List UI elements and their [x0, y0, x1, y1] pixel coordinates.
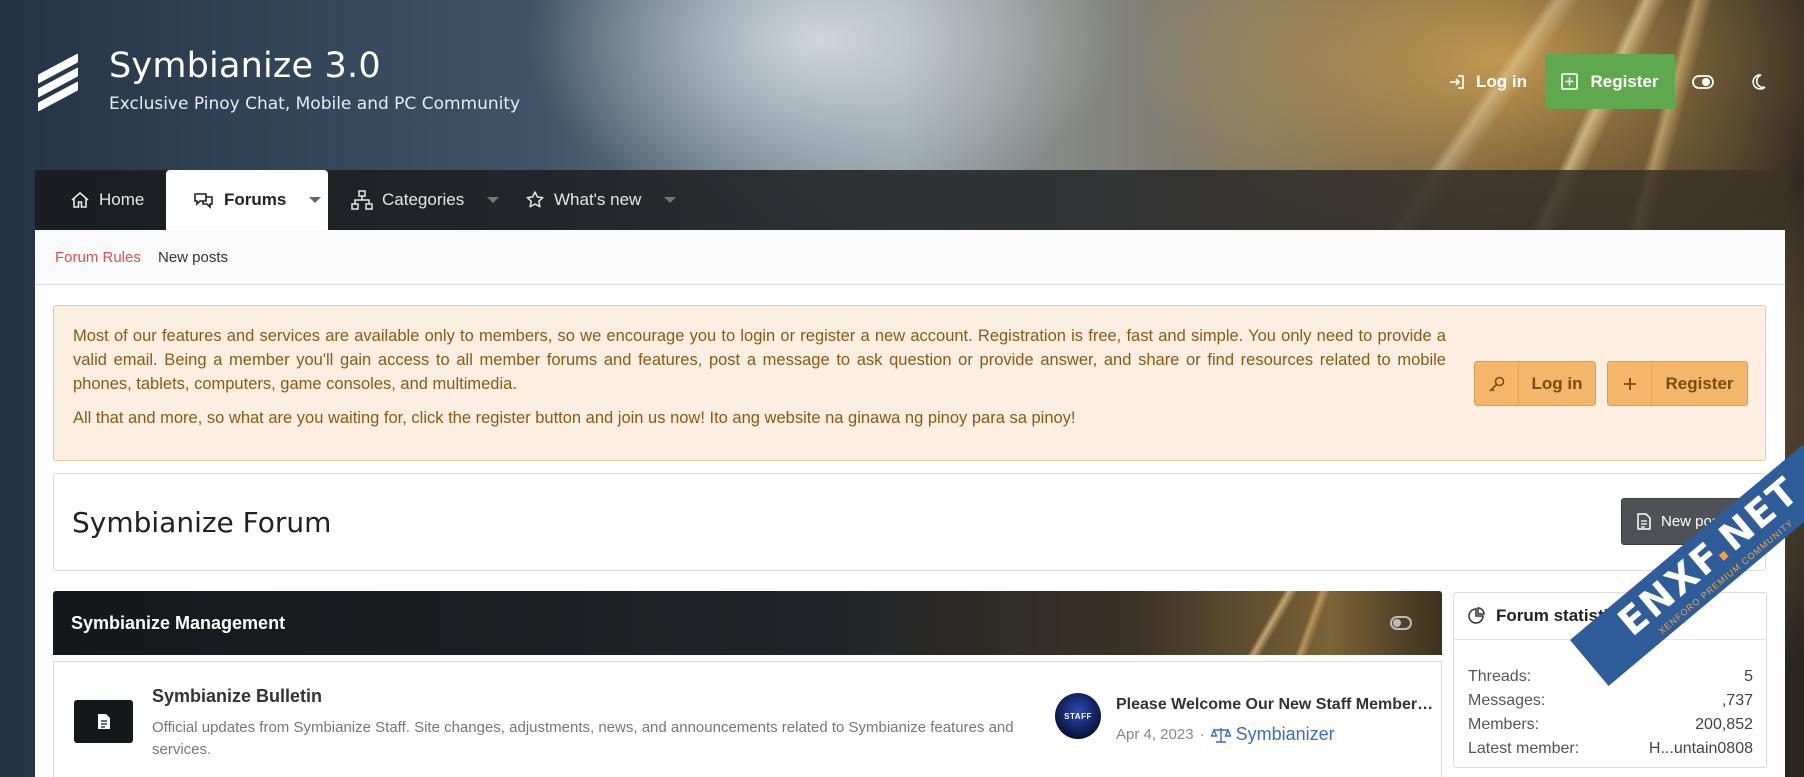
- forum-node-description: Official updates from Symbianize Staff. …: [152, 719, 1014, 758]
- stats-label: Messages:: [1468, 692, 1546, 709]
- latest-thread-date[interactable]: Apr 4, 2023: [1116, 726, 1194, 743]
- header-register-button[interactable]: Register: [1545, 54, 1675, 109]
- site-header: Symbianize 3.0 Exclusive Pinoy Chat, Mob…: [0, 0, 1804, 170]
- notice-paragraph-2: All that and more, so what are you waiti…: [73, 409, 1076, 427]
- avatar-text: STAFF: [1064, 711, 1092, 721]
- key-icon: [1475, 362, 1519, 405]
- nav-home-label: Home: [99, 190, 145, 209]
- latest-thread-user[interactable]: Symbianizer: [1210, 724, 1335, 745]
- chevron-down-icon[interactable]: [664, 197, 677, 203]
- notice-paragraph-1: Most of our features and services are av…: [73, 327, 1446, 393]
- chevron-down-icon[interactable]: [309, 197, 322, 203]
- nav-tab-home[interactable]: Home: [70, 170, 144, 230]
- plus-square-icon: [1561, 73, 1579, 90]
- forum-heading-block: Symbianize Forum New posts: [53, 473, 1766, 571]
- document-icon: [1637, 513, 1651, 530]
- category-header[interactable]: Symbianize Management: [53, 591, 1442, 655]
- nav-tab-forums[interactable]: Forums: [166, 170, 328, 230]
- style-toggle-button[interactable]: [1683, 54, 1723, 109]
- login-icon: [1450, 74, 1464, 89]
- forum-node-title[interactable]: Symbianize Bulletin: [152, 686, 322, 707]
- header-login-button[interactable]: Log in: [1448, 54, 1527, 109]
- sitemap-icon: [351, 190, 373, 210]
- main-content-panel: Forum Rules New posts Most of our featur…: [35, 230, 1785, 777]
- avatar[interactable]: STAFF: [1055, 693, 1101, 739]
- nav-forums-label: Forums: [224, 190, 287, 209]
- header-login-label: Log in: [1476, 71, 1527, 91]
- stats-value: ,737: [1721, 692, 1753, 709]
- site-title[interactable]: Symbianize 3.0: [109, 46, 381, 86]
- scales-icon: [1210, 727, 1231, 743]
- stats-row-latest-member: Latest member: H...untain0808: [1468, 740, 1753, 758]
- stats-label: Threads:: [1468, 668, 1532, 685]
- stats-label: Members:: [1468, 716, 1540, 733]
- site-logo-icon[interactable]: [38, 53, 82, 112]
- nav-categories-label: Categories: [382, 190, 465, 209]
- stats-row-members: Members: 200,852: [1468, 716, 1753, 734]
- notice-login-label: Log in: [1531, 373, 1583, 393]
- nav-tab-whats-new[interactable]: What's new: [525, 170, 677, 230]
- chat-bubbles-icon: [194, 193, 213, 209]
- latest-member-link[interactable]: H...untain0808: [1649, 740, 1753, 758]
- toggle-icon: [1692, 74, 1714, 89]
- site-subtitle: Exclusive Pinoy Chat, Mobile and PC Comm…: [109, 94, 521, 114]
- guest-notice: Most of our features and services are av…: [53, 305, 1766, 461]
- forum-rules-link[interactable]: Forum Rules: [55, 249, 141, 266]
- stats-label: Latest member:: [1468, 740, 1580, 757]
- stats-value: 200,852: [1695, 716, 1753, 733]
- meta-separator: ·: [1199, 726, 1205, 743]
- forum-node: Symbianize Bulletin Official updates fro…: [53, 661, 1442, 777]
- category-title[interactable]: Symbianize Management: [71, 613, 285, 634]
- plus-icon: [1608, 362, 1652, 405]
- sub-navigation: Forum Rules New posts: [35, 230, 1785, 285]
- pie-chart-icon: [1468, 607, 1485, 624]
- home-icon: [71, 191, 89, 208]
- forum-document-icon: [74, 700, 133, 743]
- dark-mode-button[interactable]: [1738, 54, 1778, 109]
- moon-icon: [1752, 73, 1766, 90]
- nav-tab-categories[interactable]: Categories: [351, 170, 500, 230]
- header-register-label: Register: [1590, 71, 1659, 91]
- collapse-toggle-icon[interactable]: [1390, 616, 1412, 630]
- page-title: Symbianize Forum: [72, 506, 332, 539]
- new-posts-link[interactable]: New posts: [158, 249, 228, 266]
- stats-row-messages: Messages: ,737: [1468, 692, 1753, 710]
- latest-thread-meta: Apr 4, 2023 · Symbianizer: [1116, 724, 1335, 745]
- chevron-down-icon[interactable]: [487, 197, 500, 203]
- latest-thread-title[interactable]: Please Welcome Our New Staff Member -...: [1116, 696, 1436, 714]
- latest-user-name: Symbianizer: [1235, 724, 1335, 744]
- nav-whats-new-label: What's new: [554, 190, 642, 209]
- notice-login-button[interactable]: Log in: [1474, 361, 1596, 406]
- stats-value: 5: [1744, 668, 1753, 685]
- notice-register-label: Register: [1665, 373, 1734, 393]
- main-navigation: Home Forums Categories What's new: [35, 170, 1785, 230]
- notice-register-button[interactable]: Register: [1607, 361, 1748, 406]
- star-icon: [526, 191, 544, 208]
